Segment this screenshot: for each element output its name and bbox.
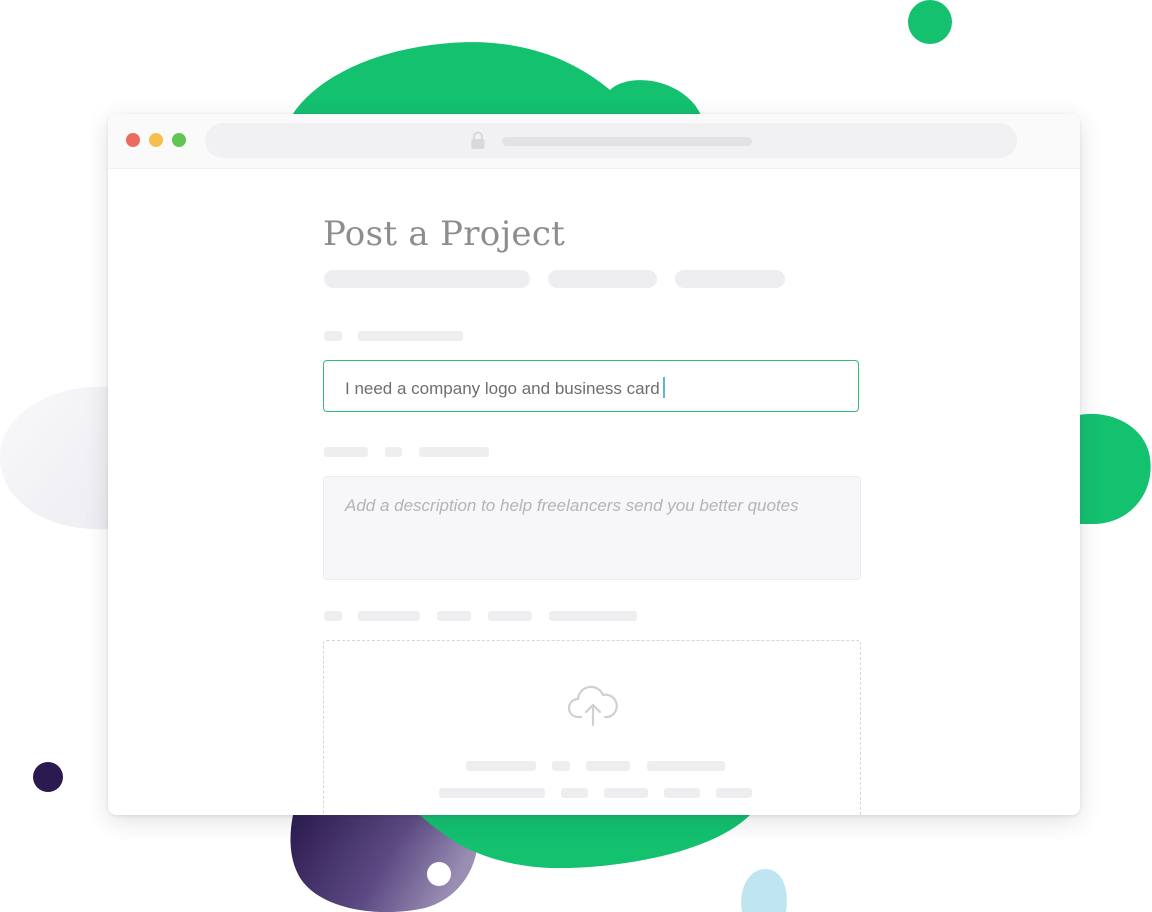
- field-label-placeholder: [324, 447, 368, 457]
- close-window-button[interactable]: [126, 133, 140, 147]
- upload-text-placeholder: [466, 761, 536, 771]
- cloud-upload-icon: [567, 685, 618, 727]
- upload-text-placeholder: [561, 788, 588, 798]
- step-pill-1: [324, 270, 530, 288]
- field-label-placeholder: [549, 611, 637, 621]
- upload-text-placeholder: [586, 761, 630, 771]
- browser-window: Post a Project I need a company logo and…: [108, 114, 1080, 815]
- zoom-window-button[interactable]: [172, 133, 186, 147]
- decor-grey-circle-left: [0, 386, 112, 530]
- minimize-window-button[interactable]: [149, 133, 163, 147]
- field-label-placeholder: [488, 611, 532, 621]
- upload-text-placeholder: [552, 761, 570, 771]
- description-placeholder: Add a description to help freelancers se…: [345, 496, 799, 515]
- step-pill-2: [548, 270, 657, 288]
- decor-purple-dot: [33, 762, 63, 792]
- step-pill-3: [675, 270, 785, 288]
- project-name-value: I need a company logo and business card: [345, 379, 660, 398]
- field-label-placeholder: [358, 611, 420, 621]
- upload-text-placeholder: [647, 761, 725, 771]
- upload-text-placeholder: [664, 788, 700, 798]
- upload-text-placeholder: [439, 788, 545, 798]
- field-label-placeholder: [437, 611, 471, 621]
- page-title: Post a Project: [323, 214, 566, 254]
- decor-green-dot-top: [908, 0, 952, 44]
- url-placeholder: [502, 137, 752, 146]
- decor-green-blob-right: [1075, 413, 1151, 524]
- field-label-placeholder: [385, 447, 402, 457]
- text-caret: [662, 377, 665, 398]
- description-textarea[interactable]: Add a description to help freelancers se…: [323, 476, 861, 580]
- field-label-placeholder: [324, 331, 342, 341]
- upload-text-placeholder: [604, 788, 648, 798]
- lock-icon: [471, 131, 485, 149]
- field-label-placeholder: [419, 447, 489, 457]
- project-name-input[interactable]: I need a company logo and business card: [323, 360, 859, 412]
- field-label-placeholder: [358, 331, 463, 341]
- file-upload-dropzone[interactable]: [323, 640, 861, 815]
- field-label-placeholder: [324, 611, 342, 621]
- decor-green-blob-bottom: [420, 815, 750, 869]
- upload-text-placeholder: [716, 788, 752, 798]
- address-bar[interactable]: [205, 123, 1017, 158]
- browser-toolbar: [108, 114, 1080, 169]
- decor-light-blue-blob: [741, 868, 787, 912]
